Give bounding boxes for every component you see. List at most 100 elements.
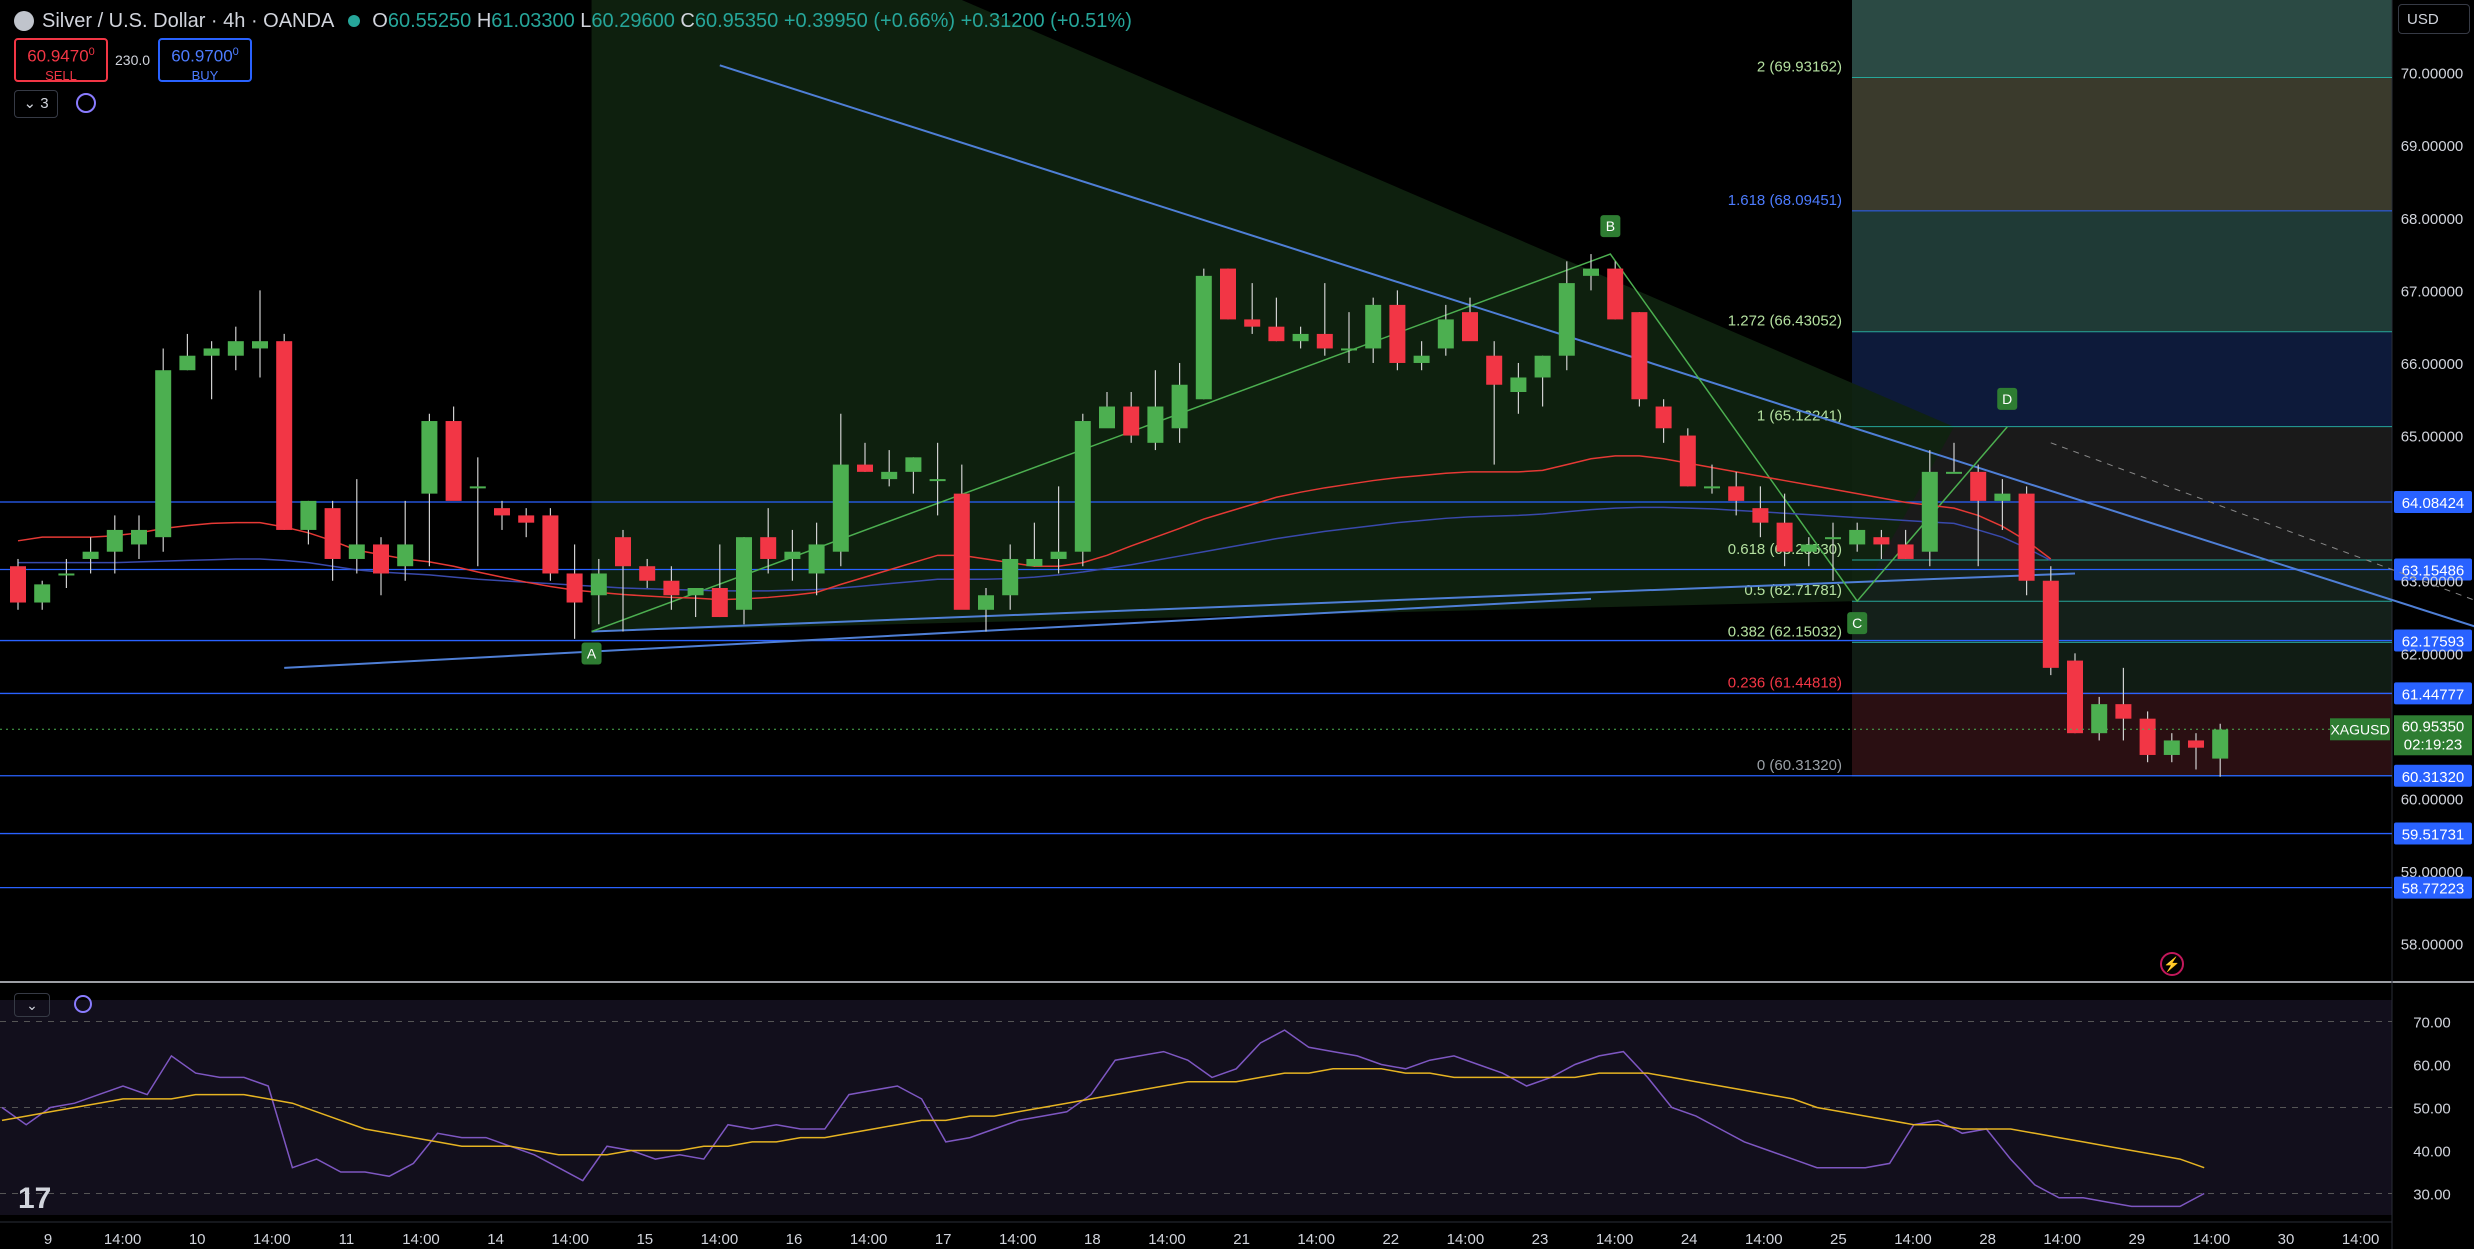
y-tick-label: 67.00000: [2401, 283, 2464, 300]
x-tick-label: 14:00: [104, 1231, 142, 1248]
candle-body: [58, 573, 75, 576]
x-tick-label: 14:00: [999, 1231, 1037, 1248]
lightning-alert-icon[interactable]: ⚡: [2160, 952, 2184, 976]
countdown-label: 02:19:23: [2404, 736, 2462, 753]
candle-body: [276, 341, 293, 530]
candle-body: [34, 584, 51, 603]
x-tick-label: 14:00: [1745, 1231, 1783, 1248]
y-tick-label: 66.00000: [2401, 356, 2464, 373]
candle-body: [1147, 406, 1164, 443]
candle-body: [711, 588, 728, 618]
candle-body: [663, 580, 680, 596]
x-tick-label: 24: [1681, 1231, 1698, 1248]
rsi-tick-label: 60.00: [2413, 1058, 2451, 1075]
indicators-toggle-button[interactable]: ⌄ 3: [14, 90, 58, 118]
candle-body: [953, 493, 970, 610]
buy-button[interactable]: 60.97000 BUY: [158, 38, 252, 83]
x-tick-label: 14:00: [701, 1231, 739, 1248]
candle-body: [1123, 406, 1140, 436]
buy-price: 60.9700: [171, 46, 233, 66]
x-tick-label: 25: [1830, 1231, 1847, 1248]
rsi-collapse-button[interactable]: ⌄: [14, 993, 50, 1017]
candle-body: [881, 471, 898, 480]
price-chart[interactable]: 2 (69.93162) 1.618 (68.09451) 1.272 (66.43…: [0, 0, 2474, 1249]
candle-body: [1800, 544, 1817, 552]
candle-body: [2042, 580, 2059, 668]
x-tick-label: 11: [339, 1231, 355, 1248]
sell-button[interactable]: 60.94700 SELL: [14, 38, 108, 83]
candle-body: [2091, 704, 2108, 734]
candle-body: [784, 551, 801, 559]
candle-body: [687, 588, 704, 596]
x-tick-label: 14:00: [2193, 1231, 2231, 1248]
candle-body: [494, 508, 510, 516]
x-tick-label: 16: [786, 1231, 803, 1248]
candle-body: [1825, 537, 1841, 540]
fib-zone: [1852, 77, 2392, 212]
candle-body: [1679, 435, 1696, 487]
rsi-tick-label: 70.00: [2413, 1015, 2451, 1032]
candle-body: [615, 537, 631, 567]
sell-price: 60.9470: [27, 46, 89, 66]
candle-body: [808, 544, 825, 574]
symbol-title[interactable]: Silver / U.S. Dollar · 4h · OANDA: [42, 10, 334, 33]
candle-body: [1462, 312, 1478, 342]
candle-body: [1631, 312, 1648, 400]
y-tick-label: 65.00000: [2401, 429, 2464, 446]
candle-body: [1389, 304, 1406, 363]
x-tick-label: 17: [935, 1231, 952, 1248]
fib-label: 0.236 (61.44818): [1728, 674, 1842, 691]
pattern-point-label: B: [1606, 218, 1615, 234]
y-tick-label: 69.00000: [2401, 138, 2464, 155]
indicator-settings-icon[interactable]: [76, 93, 96, 113]
currency-selector[interactable]: USD: [2398, 4, 2470, 34]
candle-body: [857, 464, 873, 472]
x-tick-label: 9: [44, 1231, 52, 1248]
candle-body: [1946, 471, 1962, 474]
x-tick-label: 10: [189, 1231, 206, 1248]
price-level-label: 61.44777: [2402, 686, 2465, 703]
candle-body: [1316, 333, 1333, 349]
price-level-label: 64.08424: [2402, 495, 2465, 512]
y-tick-label: 70.00000: [2401, 66, 2464, 83]
fib-label: 1.272 (66.43052): [1728, 313, 1842, 330]
chart-header: Silver / U.S. Dollar · 4h · OANDA O60.55…: [14, 6, 1132, 36]
y-tick-label: 68.00000: [2401, 211, 2464, 228]
candle-body: [736, 537, 752, 610]
candle-body: [2067, 660, 2083, 734]
price-level-label: 60.31320: [2402, 769, 2465, 786]
candle-body: [1026, 558, 1043, 567]
x-tick-label: 14:00: [1447, 1231, 1485, 1248]
x-tick-label: 28: [1979, 1231, 1996, 1248]
y-tick-label: 62.00000: [2401, 646, 2464, 663]
x-tick-label: 29: [2128, 1231, 2145, 1248]
rsi-settings-icon[interactable]: [74, 995, 92, 1013]
candle-body: [131, 529, 147, 545]
market-status-icon: [348, 15, 361, 27]
candle-body: [1776, 522, 1793, 552]
candle-body: [252, 341, 268, 349]
candle-body: [590, 573, 607, 596]
candle-body: [2163, 740, 2180, 755]
y-tick-label: 63.00000: [2401, 574, 2464, 591]
fib-zone: [1852, 642, 2392, 694]
candle-body: [2139, 718, 2156, 755]
candle-body: [1534, 355, 1551, 378]
candle-body: [2018, 493, 2035, 581]
candle-body: [1970, 471, 1987, 501]
price-level-label: 59.51731: [2402, 827, 2465, 844]
fib-zone: [1852, 211, 2392, 332]
fib-label: 0.382 (62.15032): [1728, 623, 1842, 640]
candle-body: [1220, 268, 1236, 320]
fib-label: 0 (60.31320): [1757, 757, 1842, 774]
pattern-point-label: A: [587, 646, 597, 662]
fib-label: 2 (69.93162): [1757, 59, 1842, 76]
candle-body: [1341, 348, 1357, 351]
candle-body: [1002, 558, 1019, 596]
candle-body: [2212, 729, 2229, 759]
candle-body: [1655, 406, 1672, 429]
tradingview-logo-icon: 17: [18, 1182, 52, 1215]
candle-body: [203, 348, 220, 356]
x-tick-label: 18: [1084, 1231, 1101, 1248]
x-tick-label: 14:00: [1894, 1231, 1932, 1248]
